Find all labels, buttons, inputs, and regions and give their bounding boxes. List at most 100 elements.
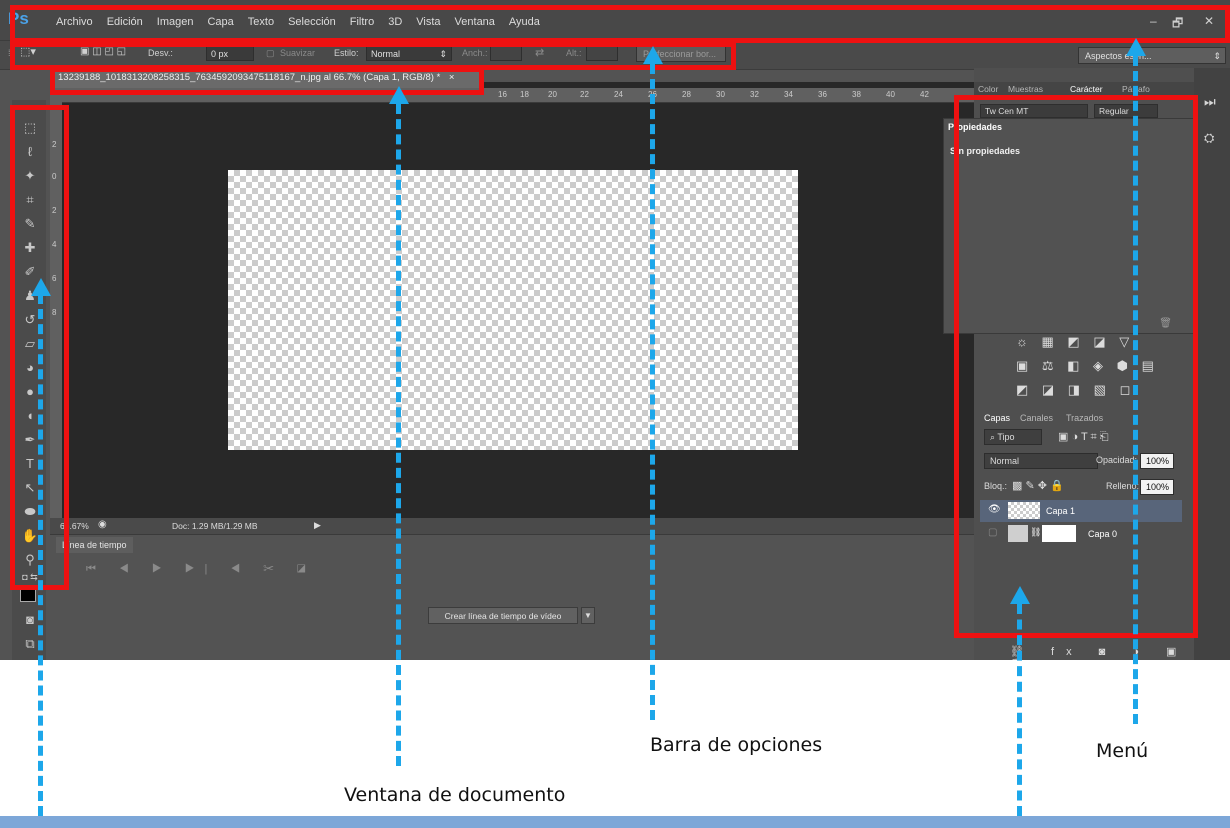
antialias-checkbox[interactable]: ▢ <box>266 48 275 59</box>
desv-label: Desv.: <box>148 48 173 58</box>
history-panel-icon[interactable]: ⏭ <box>1204 94 1216 110</box>
tab-caracter[interactable]: Carácter <box>1070 84 1103 94</box>
blur-tool-icon[interactable]: ● <box>20 384 40 404</box>
crop-tool-icon[interactable]: ⌗ <box>20 192 40 212</box>
layer-row[interactable]: 👁 Capa 1 <box>980 500 1182 522</box>
mask-link-icon: ⛓ <box>1030 527 1042 537</box>
select-arrow-icon: ⇕ <box>439 49 447 59</box>
layer-row[interactable]: ▢ ⛓ Capa 0 <box>980 523 1182 545</box>
timeline-playback-controls[interactable]: ⏮ ◀ ▶ ▶| ◀ ✂ ◪ <box>86 563 316 576</box>
timeline-tab[interactable]: Línea de tiempo <box>56 537 133 553</box>
timeline-dropdown-icon[interactable]: ▼ <box>581 607 595 624</box>
document-arrow-line <box>396 104 401 766</box>
zoom-tool-icon[interactable]: ⚲ <box>20 552 40 572</box>
close-window-button[interactable]: ✕ <box>1204 14 1214 28</box>
screen-mode-icon[interactable]: ⧉ <box>20 636 40 656</box>
blend-mode-select[interactable]: Normal <box>984 453 1098 469</box>
opacity-label: Opacidad: <box>1096 455 1138 465</box>
tab-canales[interactable]: Canales <box>1020 413 1053 423</box>
trash-icon[interactable]: 🗑 <box>1159 318 1172 329</box>
lock-icons[interactable]: ▩ ✎ ✥ 🔒 <box>1012 479 1064 492</box>
visibility-box-icon[interactable]: ▢ <box>988 527 997 538</box>
create-video-timeline-button[interactable]: Crear línea de tiempo de vídeo <box>428 607 578 624</box>
label-menu: Menú <box>1096 740 1149 762</box>
opacity-input[interactable]: 100% <box>1140 453 1174 469</box>
panels-arrow-head <box>1010 586 1030 604</box>
layer-filter-value: Tipo <box>997 432 1015 442</box>
pen-tool-icon[interactable]: ✒ <box>20 432 40 452</box>
shape-tool-icon[interactable]: ⬬ <box>20 504 40 524</box>
tab-muestras[interactable]: Muestras <box>1008 84 1043 94</box>
options-bar: ⁞ ⬚▾ ▣ ◫ ◰ ◱ Desv.: 0 px ▢ Suavizar Esti… <box>0 40 1230 70</box>
quick-mask-icon[interactable]: ◙ <box>20 612 40 632</box>
options-arrow-head <box>643 46 663 64</box>
history-brush-tool-icon[interactable]: ↺ <box>20 312 40 332</box>
paint-bucket-tool-icon[interactable]: ◕ <box>20 360 40 380</box>
info-panel-icon[interactable]: ⛭ <box>1204 130 1214 146</box>
dodge-tool-icon[interactable]: ◖ <box>20 408 40 428</box>
layer-filter-select[interactable]: ⌕ Tipo <box>984 429 1042 445</box>
ruler-tick: 24 <box>614 90 623 99</box>
minimize-button[interactable]: – <box>1150 14 1157 28</box>
font-family-select[interactable]: Tw Cen MT <box>980 104 1088 118</box>
adjustments-row-3[interactable]: ◩ ◪ ◨ ▧ ◻ <box>1016 382 1135 398</box>
layer-thumbnail <box>1008 525 1028 542</box>
menu-capa[interactable]: Capa <box>207 16 233 28</box>
document-close-icon[interactable]: × <box>449 72 455 83</box>
selection-mode-icons[interactable]: ▣ ◫ ◰ ◱ <box>80 46 126 57</box>
menu-3d[interactable]: 3D <box>388 16 402 28</box>
menu-archivo[interactable]: Archivo <box>56 16 93 28</box>
layer-filter-icons[interactable]: ▣ ◑ T ⌗ ⎗ <box>1058 430 1109 444</box>
lasso-tool-icon[interactable]: ℓ <box>20 144 40 164</box>
menu-filtro[interactable]: Filtro <box>350 16 374 28</box>
style-select[interactable]: Normal ⇕ <box>366 46 452 61</box>
swap-icon[interactable]: ⇄ <box>535 46 544 59</box>
suavizar-label: Suavizar <box>280 48 316 58</box>
height-input[interactable] <box>586 46 618 61</box>
fill-input[interactable]: 100% <box>1140 479 1174 495</box>
tab-color[interactable]: Color <box>978 84 998 94</box>
properties-tab[interactable]: Propiedades <box>948 122 1002 132</box>
visibility-eye-icon[interactable]: 👁 <box>988 504 1001 515</box>
menu-seleccion[interactable]: Selección <box>288 16 336 28</box>
zoom-level[interactable]: 66.67% <box>60 521 89 531</box>
magic-wand-tool-icon[interactable]: ✦ <box>20 168 40 188</box>
font-style-select[interactable]: Regular <box>1094 104 1158 118</box>
eyedropper-tool-icon[interactable]: ✎ <box>20 216 40 236</box>
ruler-tick: 38 <box>852 90 861 99</box>
menu-imagen[interactable]: Imagen <box>157 16 194 28</box>
document-tab[interactable]: 13239188_1018313208258315_76345920934751… <box>50 68 484 88</box>
ruler-tick: 34 <box>784 90 793 99</box>
timeline-panel: Línea de tiempo ⏮ ◀ ▶ ▶| ◀ ✂ ◪ Crear lín… <box>50 534 974 660</box>
menu-vista[interactable]: Vista <box>416 16 440 28</box>
workspace-select[interactable]: Aspectos esen... ⇕ <box>1078 47 1226 64</box>
type-tool-icon[interactable]: T <box>20 456 40 476</box>
healing-brush-tool-icon[interactable]: ✚ <box>20 240 40 260</box>
status-info-icon[interactable]: ◉ <box>98 519 107 530</box>
status-arrow-icon[interactable]: ▶ <box>314 520 321 531</box>
transparent-canvas[interactable] <box>228 170 798 450</box>
hand-tool-icon[interactable]: ✋ <box>20 528 40 548</box>
menu-arrow-head <box>1126 38 1146 56</box>
eraser-tool-icon[interactable]: ▱ <box>20 336 40 356</box>
width-input[interactable] <box>490 46 522 61</box>
path-selection-tool-icon[interactable]: ↖ <box>20 480 40 500</box>
foreground-color-swatch[interactable] <box>20 586 36 602</box>
marquee-tool-icon[interactable]: ⬚ <box>20 120 40 140</box>
adjustments-row-1[interactable]: ☼ ▦ ◩ ◪ ▽ <box>1016 334 1134 350</box>
label-ventana-documento: Ventana de documento <box>344 784 566 806</box>
ruler-tick: 40 <box>886 90 895 99</box>
ruler-tick: 2 <box>52 140 57 149</box>
tab-trazados[interactable]: Trazados <box>1066 413 1103 423</box>
feather-input[interactable]: 0 px <box>206 46 254 61</box>
tools-arrow-line <box>38 294 43 816</box>
menu-edicion[interactable]: Edición <box>107 16 143 28</box>
restore-button[interactable]: 🗗 <box>1172 14 1183 35</box>
layer-name: Capa 0 <box>1088 529 1118 539</box>
marquee-preset-icon[interactable]: ⬚▾ <box>20 45 36 58</box>
menu-ayuda[interactable]: Ayuda <box>509 16 540 28</box>
menu-texto[interactable]: Texto <box>248 16 274 28</box>
tab-capas[interactable]: Capas <box>984 413 1010 423</box>
ruler-tick: 32 <box>750 90 759 99</box>
menu-ventana[interactable]: Ventana <box>455 16 495 28</box>
